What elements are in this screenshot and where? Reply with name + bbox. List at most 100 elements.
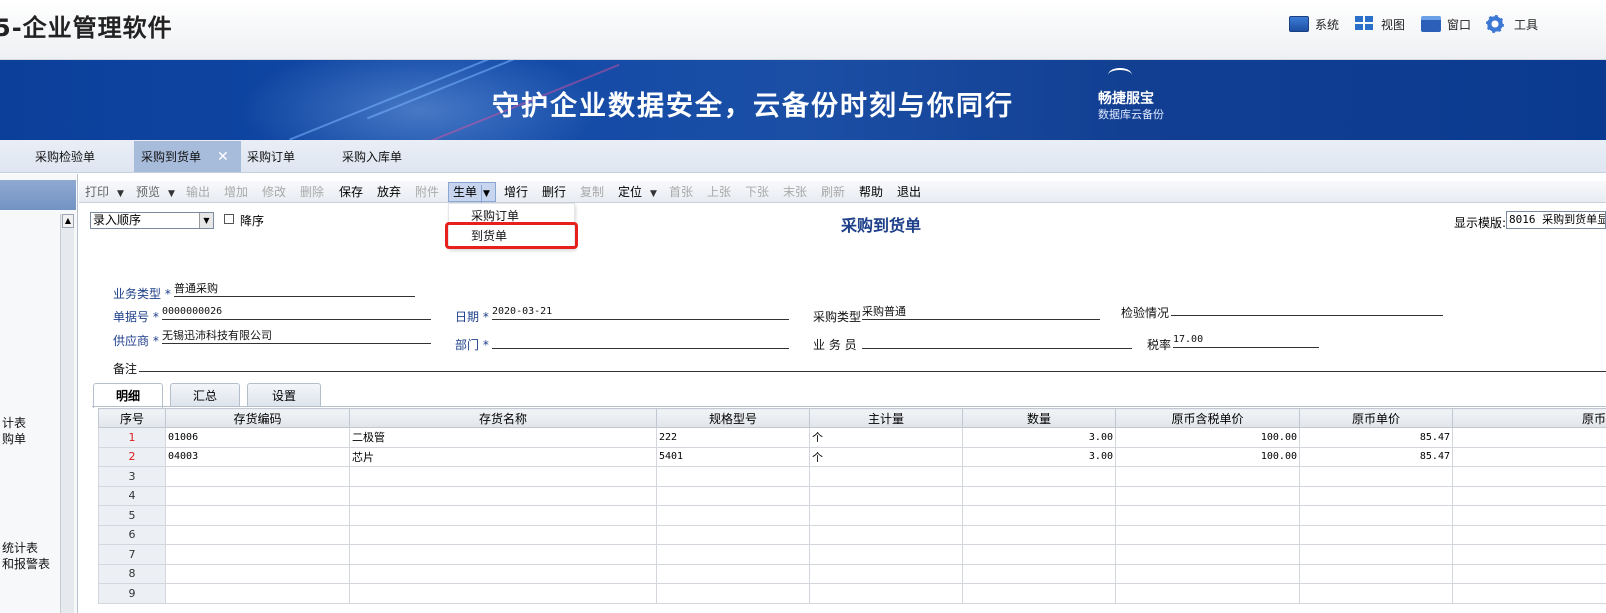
tab-receipt[interactable]: 采购入库单 [342,141,402,172]
cell-price[interactable]: 85.47 [1299,427,1453,448]
biz-type-field[interactable]: 普通采购 [174,283,415,297]
cell[interactable] [809,583,963,604]
cell[interactable] [1452,505,1606,526]
cell[interactable] [962,485,1116,506]
cell[interactable] [1115,583,1300,604]
menu-system[interactable]: 系统 [1289,14,1339,34]
cell[interactable] [962,505,1116,526]
cell[interactable] [1299,544,1453,565]
cell[interactable] [809,466,963,487]
delete-button[interactable]: 删除 [300,183,324,201]
cell[interactable] [656,583,810,604]
table-row[interactable]: 1 01006 二极管 222 个 3.00 100.00 85.47 [98,427,1606,448]
chevron-down-icon[interactable]: ▼ [199,213,213,228]
cell[interactable] [656,485,810,506]
cell[interactable] [1452,563,1606,584]
subtab-detail[interactable]: 明细 [93,383,163,408]
cell[interactable] [962,466,1116,487]
sort-order-select[interactable]: 录入顺序 ▼ [90,212,214,229]
cell[interactable] [1115,485,1300,506]
cell[interactable] [349,505,657,526]
cell[interactable] [809,485,963,506]
cell[interactable] [1299,466,1453,487]
cell[interactable] [1299,524,1453,545]
export-button[interactable]: 输出 [186,183,210,201]
purchase-type-field[interactable]: 采购普通 [862,306,1100,320]
save-button[interactable]: 保存 [339,183,363,201]
cell[interactable] [349,485,657,506]
preview-button[interactable]: 预览 ▼ [136,183,175,201]
cell[interactable] [349,563,657,584]
dropdown-arrow-icon[interactable]: ▼ [117,189,124,199]
ad-banner[interactable]: 守护企业数据安全，云备份时刻与你同行 畅捷服宝 数据库云备份 [0,60,1606,140]
column-header[interactable]: 存货名称 [349,408,657,428]
add-row-button[interactable]: 增行 [504,183,528,201]
doc-no-field[interactable]: 0000000026 [162,306,431,320]
close-icon[interactable]: ✕ [217,149,229,165]
nav-item-text[interactable]: 计表 [2,414,26,431]
cell[interactable] [962,524,1116,545]
dropdown-arrow-icon[interactable]: ▼ [481,185,491,203]
cell[interactable] [1299,485,1453,506]
cell[interactable] [962,583,1116,604]
help-button[interactable]: 帮助 [859,183,883,201]
cell-spec[interactable]: 5401 [656,446,810,467]
remark-field[interactable] [139,358,1606,372]
tab-inspection[interactable]: 采购检验单 [35,141,95,172]
last-button[interactable]: 末张 [783,183,807,201]
next-button[interactable]: 下张 [745,183,769,201]
cell-amount[interactable] [1452,427,1606,448]
nav-item-text[interactable]: 购单 [2,430,26,447]
cell[interactable] [349,524,657,545]
attach-button[interactable]: 附件 [415,183,439,201]
cell[interactable] [165,544,350,565]
cell[interactable] [165,505,350,526]
menu-view[interactable]: 视图 [1355,14,1405,34]
cell[interactable] [1452,466,1606,487]
cell[interactable] [1115,505,1300,526]
table-row[interactable]: 9 [98,583,1606,604]
left-scrollbar[interactable]: ▲ [60,214,74,613]
edit-button[interactable]: 修改 [262,183,286,201]
cell[interactable] [1299,505,1453,526]
cell-unit[interactable]: 个 [809,427,963,448]
cell[interactable] [349,466,657,487]
cell[interactable] [809,524,963,545]
cell[interactable] [165,583,350,604]
cell[interactable] [1299,563,1453,584]
menu-tools[interactable]: 工具 [1486,14,1538,34]
column-header[interactable]: 原币 [1452,408,1606,428]
cell-spec[interactable]: 222 [656,427,810,448]
descending-checkbox[interactable] [224,214,234,224]
subtab-summary[interactable]: 汇总 [170,383,240,407]
cell[interactable] [656,524,810,545]
cell[interactable] [962,563,1116,584]
cell[interactable] [165,485,350,506]
cell[interactable] [1115,544,1300,565]
generate-button[interactable]: 生单 ▼ [448,182,497,203]
column-header[interactable]: 原币含税单价 [1115,408,1300,428]
column-header[interactable]: 存货编码 [165,408,350,428]
cell[interactable] [1452,485,1606,506]
cell-code[interactable]: 04003 [165,446,350,467]
table-row[interactable]: 6 [98,524,1606,545]
cell[interactable] [1452,524,1606,545]
cell[interactable] [656,466,810,487]
print-button[interactable]: 打印 ▼ [85,183,124,201]
locate-button[interactable]: 定位 ▼ [618,183,657,201]
cell-amount[interactable] [1452,446,1606,467]
exit-button[interactable]: 退出 [897,183,921,201]
cell[interactable] [809,563,963,584]
table-row[interactable]: 8 [98,563,1606,584]
cell-unit[interactable]: 个 [809,446,963,467]
cell[interactable] [1115,466,1300,487]
refresh-button[interactable]: 刷新 [821,183,845,201]
dropdown-arrow-icon[interactable]: ▼ [168,189,175,199]
cell[interactable] [165,466,350,487]
cell-qty[interactable]: 3.00 [962,427,1116,448]
cell[interactable] [1452,544,1606,565]
cell[interactable] [656,544,810,565]
cell-name[interactable]: 芯片 [349,446,657,467]
cell[interactable] [656,505,810,526]
cell[interactable] [349,583,657,604]
